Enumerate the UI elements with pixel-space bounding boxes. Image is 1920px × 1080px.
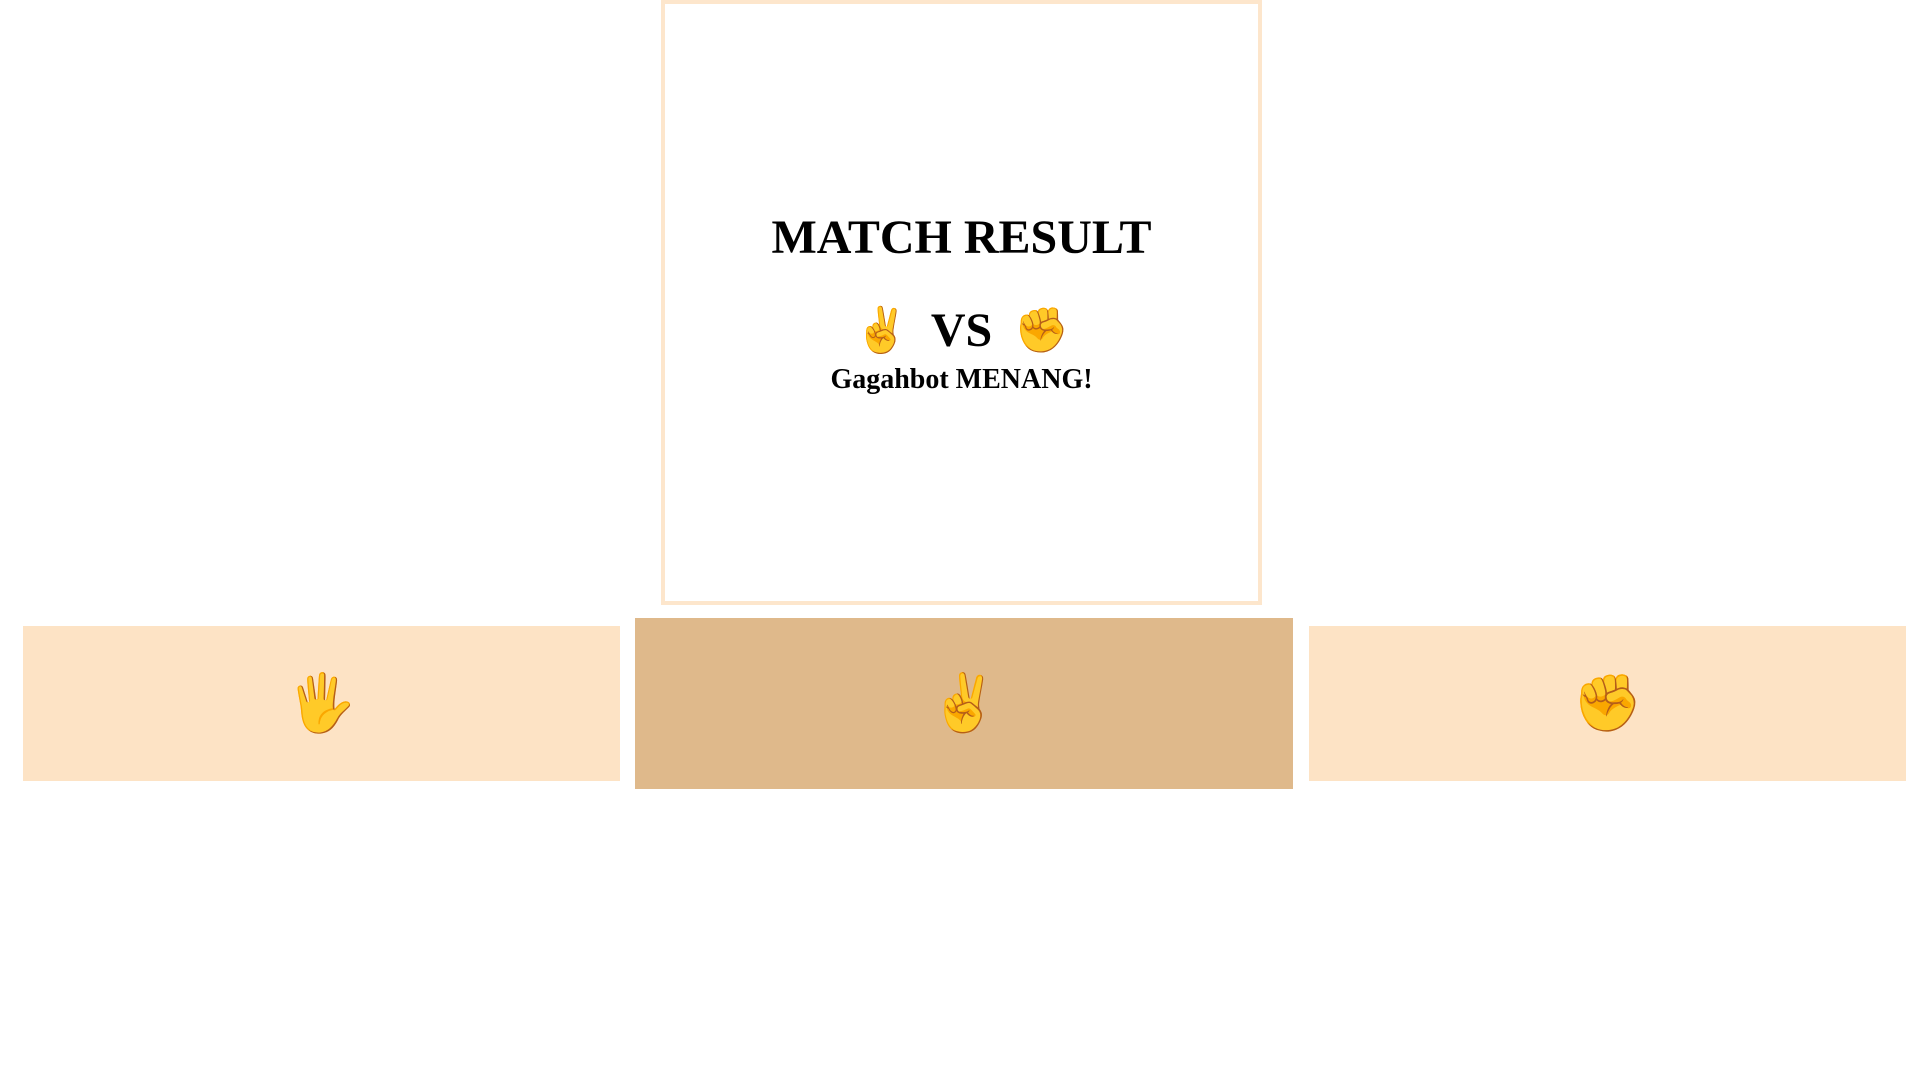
match-result-title: MATCH RESULT bbox=[771, 211, 1152, 264]
paper-choice-button[interactable]: 🖐️ bbox=[23, 626, 620, 781]
victory-hand-icon: ✌️ bbox=[929, 670, 999, 736]
versus-row: ✌️ VS ✊ bbox=[665, 307, 1258, 355]
rock-choice-button[interactable]: ✊ bbox=[1309, 626, 1906, 781]
result-message: Gagahbot MENANG! bbox=[830, 364, 1093, 395]
versus-label: VS bbox=[930, 304, 993, 357]
player-choice-scissors-icon: ✌️ bbox=[854, 306, 909, 355]
scissors-choice-button[interactable]: ✌️ bbox=[635, 618, 1293, 789]
raised-fist-icon: ✊ bbox=[1572, 670, 1643, 736]
match-result-panel: MATCH RESULT ✌️ VS ✊ Gagahbot MENANG! bbox=[661, 0, 1262, 605]
bot-choice-rock-icon: ✊ bbox=[1014, 306, 1069, 355]
raised-hand-icon: 🖐️ bbox=[286, 670, 357, 736]
